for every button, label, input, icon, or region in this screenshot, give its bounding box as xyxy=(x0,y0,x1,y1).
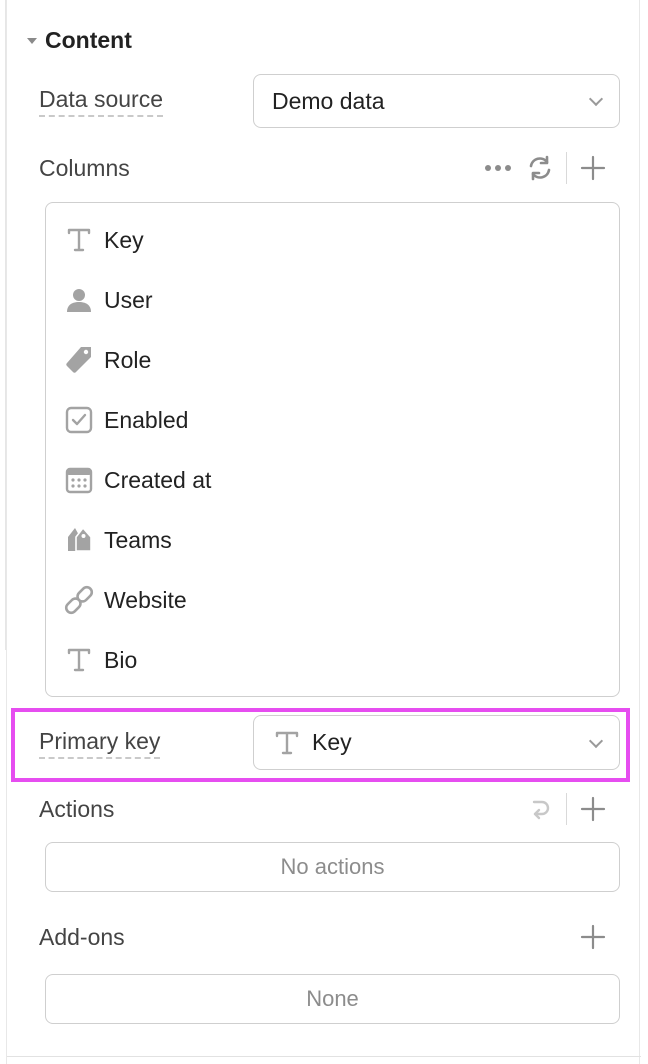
actions-empty-box[interactable]: No actions xyxy=(45,842,620,892)
tag-icon xyxy=(64,345,94,375)
reorder-actions-button[interactable] xyxy=(524,793,556,825)
return-icon xyxy=(532,800,550,820)
more-options-button[interactable] xyxy=(482,152,514,184)
actions-toolbar xyxy=(514,793,609,825)
bottom-divider xyxy=(7,1056,641,1057)
column-label: Bio xyxy=(104,646,138,673)
more-dots-icon xyxy=(485,165,511,171)
columns-label: Columns xyxy=(39,155,130,181)
columns-list: Key User Role Enabled Created at Teams W… xyxy=(45,202,620,697)
column-label: Enabled xyxy=(104,406,189,433)
column-label: Website xyxy=(104,586,187,613)
addons-empty-box[interactable]: None xyxy=(45,974,620,1024)
column-item-enabled[interactable]: Enabled xyxy=(64,400,188,440)
section-title: Content xyxy=(45,26,132,53)
content-section-toggle[interactable]: Content xyxy=(27,24,132,56)
plus-icon xyxy=(580,924,606,950)
column-label: Teams xyxy=(104,526,172,553)
column-item-website[interactable]: Website xyxy=(64,580,187,620)
data-source-value: Demo data xyxy=(272,87,385,114)
caret-down-icon xyxy=(27,38,37,44)
link-icon xyxy=(64,585,94,615)
tags-icon xyxy=(64,525,94,555)
addons-toolbar xyxy=(567,921,609,953)
add-action-button[interactable] xyxy=(577,793,609,825)
toolbar-divider xyxy=(566,152,567,184)
text-type-icon xyxy=(64,225,94,255)
column-item-role[interactable]: Role xyxy=(64,340,151,380)
plus-icon xyxy=(580,155,606,181)
data-source-label: Data source xyxy=(39,86,164,117)
column-item-bio[interactable]: Bio xyxy=(64,640,137,680)
refresh-icon xyxy=(529,155,551,181)
column-item-teams[interactable]: Teams xyxy=(64,520,172,560)
columns-toolbar xyxy=(472,152,609,184)
column-item-key[interactable]: Key xyxy=(64,220,144,260)
checkbox-icon xyxy=(64,405,94,435)
text-type-icon xyxy=(64,645,94,675)
actions-empty-text: No actions xyxy=(280,854,385,879)
addons-empty-text: None xyxy=(306,986,359,1011)
properties-panel: Content Data source Demo data Columns Ke… xyxy=(6,0,641,1064)
plus-icon xyxy=(580,796,606,822)
column-label: Created at xyxy=(104,466,212,493)
column-label: Key xyxy=(104,226,144,253)
refresh-columns-button[interactable] xyxy=(524,152,556,184)
column-item-created-at[interactable]: Created at xyxy=(64,460,211,500)
column-label: User xyxy=(104,286,153,313)
actions-label: Actions xyxy=(39,796,115,822)
add-addon-button[interactable] xyxy=(577,921,609,953)
data-source-select[interactable]: Demo data xyxy=(253,74,620,128)
primary-key-highlight xyxy=(11,708,630,782)
add-column-button[interactable] xyxy=(577,152,609,184)
toolbar-divider xyxy=(566,793,567,825)
column-label: Role xyxy=(104,346,152,373)
column-item-user[interactable]: User xyxy=(64,280,153,320)
user-icon xyxy=(64,285,94,315)
addons-label: Add-ons xyxy=(39,924,125,950)
chevron-down-icon xyxy=(588,91,604,107)
calendar-icon xyxy=(64,465,94,495)
